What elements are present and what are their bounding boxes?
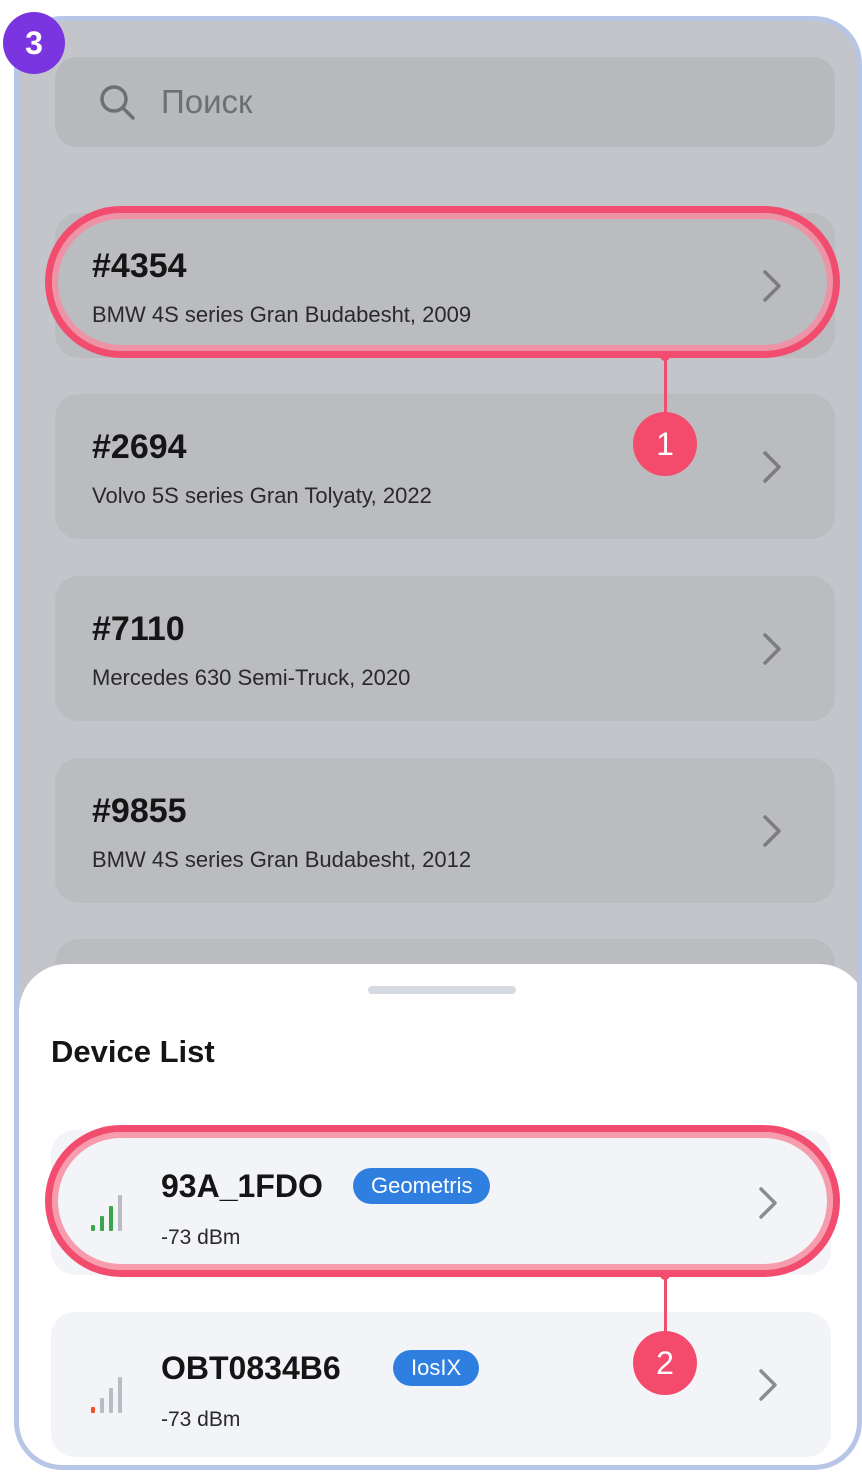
device-tag: Geometris [353,1168,491,1204]
phone-screen: Поиск #4354 BMW 4S series Gran Budabesht… [14,16,862,1470]
vehicle-description: Mercedes 630 Semi-Truck, 2020 [92,665,411,690]
search-icon [100,85,135,120]
chevron-right-icon [763,450,781,483]
callout-connector-line [664,357,667,417]
vehicle-description: BMW 4S series Gran Budabesht, 2009 [92,302,472,327]
signal-strength-icon [91,1195,122,1231]
vehicle-id: #9855 [92,792,187,830]
callout-connector-dot [660,1270,670,1280]
device-list-sheet: Device List 93A_1FDO Geometris -73 dBm O… [19,964,857,1465]
device-item[interactable]: OBT0834B6 IosIX -73 dBm [51,1312,831,1457]
device-item[interactable]: 93A_1FDO Geometris -73 dBm [51,1130,831,1275]
chevron-right-icon [759,1368,777,1401]
search-placeholder: Поиск [161,83,253,120]
vehicle-id: #4354 [92,247,187,285]
chevron-right-icon [763,632,781,665]
callout-connector-dot [660,351,670,361]
vehicle-card[interactable]: #4354 BMW 4S series Gran Budabesht, 2009 [55,213,835,358]
sheet-drag-handle[interactable] [368,986,516,994]
device-rssi: -73 dBm [161,1408,241,1431]
device-name: OBT0834B6 [161,1350,341,1386]
callout-connector-line [664,1276,667,1336]
callout-badge-2: 2 [633,1331,697,1395]
vehicle-card[interactable]: #9855 BMW 4S series Gran Budabesht, 2012 [55,758,835,903]
chevron-right-icon [763,269,781,302]
sheet-title: Device List [51,1034,215,1069]
chevron-right-icon [763,814,781,847]
vehicle-description: BMW 4S series Gran Budabesht, 2012 [92,847,472,872]
vehicle-id: #2694 [92,428,187,466]
vehicle-id: #7110 [92,610,185,648]
device-name: 93A_1FDO [161,1168,323,1204]
step-number-badge: 3 [3,12,65,74]
signal-strength-icon [91,1377,122,1413]
vehicle-card[interactable]: #7110 Mercedes 630 Semi-Truck, 2020 [55,576,835,721]
vehicle-description: Volvo 5S series Gran Tolyatу, 2022 [92,483,432,508]
chevron-right-icon [759,1186,777,1219]
device-tag: IosIX [393,1350,480,1386]
callout-badge-1: 1 [633,412,697,476]
device-rssi: -73 dBm [161,1226,241,1249]
vehicle-card[interactable]: #2694 Volvo 5S series Gran Tolyatу, 2022 [55,394,835,539]
search-input[interactable]: Поиск [55,57,835,147]
